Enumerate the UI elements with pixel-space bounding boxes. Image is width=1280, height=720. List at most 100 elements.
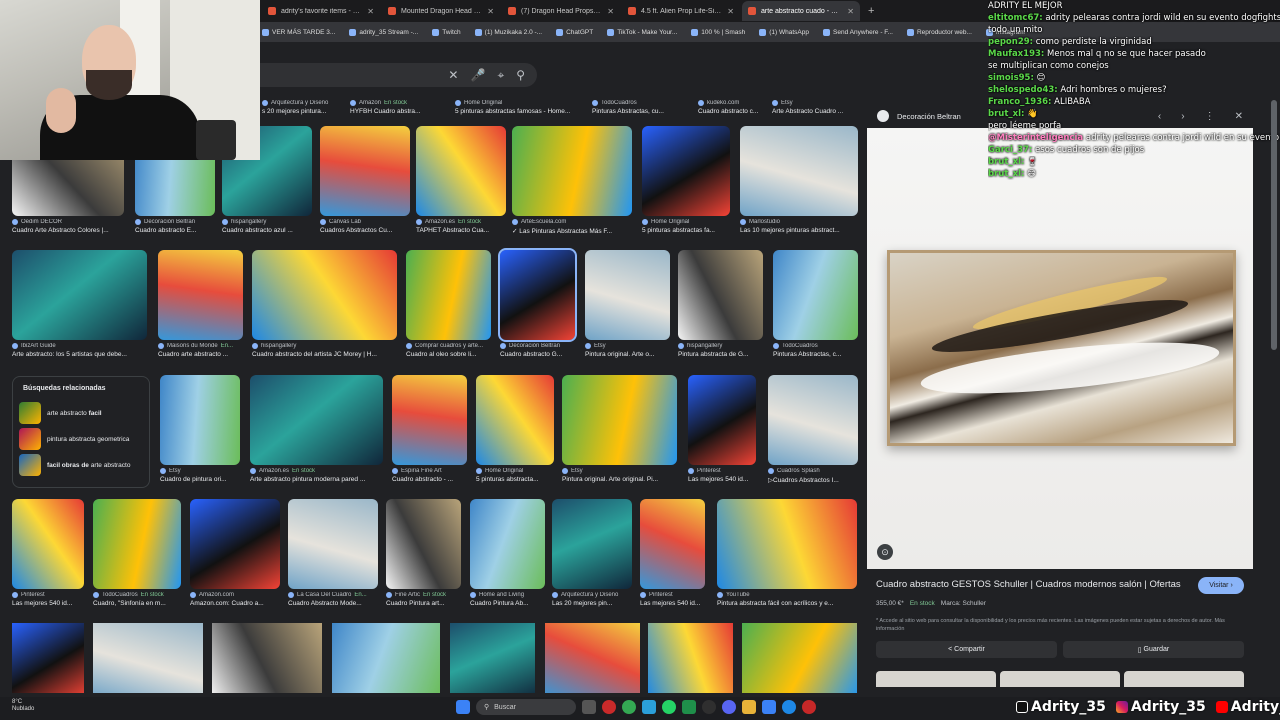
result-thumbnail[interactable]: [742, 623, 857, 693]
result-thumbnail[interactable]: [688, 375, 756, 465]
result-thumbnail[interactable]: [450, 623, 535, 693]
result-caption[interactable]: Pintura abstracta fácil con acrílicos y …: [717, 600, 857, 607]
start-icon[interactable]: [456, 700, 470, 714]
result-caption[interactable]: Las mejores 540 id...: [640, 600, 705, 607]
visit-button[interactable]: Visitar ›: [1198, 577, 1244, 594]
opera-icon[interactable]: [602, 700, 616, 714]
result-source[interactable]: Decoración Beltran: [500, 343, 575, 349]
result-thumbnail[interactable]: [252, 250, 397, 340]
result-source[interactable]: Decoración Beltran: [135, 219, 215, 225]
browser-tab[interactable]: Mounted Dragon Head Wall Hang ✕: [382, 1, 500, 21]
result-source[interactable]: Etsy: [562, 468, 677, 474]
image-result[interactable]: Home and Living Cuadro Pintura Ab...: [470, 499, 545, 607]
result-thumbnail[interactable]: [498, 248, 577, 342]
image-result[interactable]: ArteEscuela.com ✓ Las Pinturas Abstractas…: [512, 126, 632, 235]
app2-icon[interactable]: [802, 700, 816, 714]
result-thumbnail[interactable]: [392, 375, 467, 465]
bookmark-item[interactable]: 100 % | Smash: [691, 28, 745, 36]
result-caption[interactable]: Cuadro arte abstracto ...: [158, 351, 243, 358]
result-source[interactable]: Fine Artic En stock: [386, 592, 461, 598]
folder-icon[interactable]: [742, 700, 756, 714]
result-thumbnail[interactable]: [773, 250, 858, 340]
result-caption[interactable]: Las mejores 540 id...: [12, 600, 84, 607]
result-source[interactable]: Etsy: [585, 343, 670, 349]
result-caption[interactable]: Pintura abstracta de G...: [678, 351, 763, 358]
image-result[interactable]: hispangallery Cuadro abstracto del artist…: [252, 250, 397, 358]
weather-widget[interactable]: 8°C Nublado: [12, 699, 34, 713]
result-source[interactable]: hispangallery: [222, 219, 312, 225]
result-source[interactable]: TodoCuadros: [773, 343, 858, 349]
image-result[interactable]: Etsy Cuadro de pintura ori...: [160, 375, 240, 483]
result-caption[interactable]: ✓ Las Pinturas Abstractas Más F...: [512, 227, 632, 235]
image-result[interactable]: Amazon.com Amazon.com: Cuadro a...: [190, 499, 280, 607]
close-tab-icon[interactable]: ✕: [607, 7, 614, 16]
painting-image[interactable]: [887, 250, 1236, 446]
related-item[interactable]: pintura abstracta geometrica: [19, 426, 143, 452]
result-caption[interactable]: Pinturas Abstractas, c...: [773, 351, 858, 358]
image-result[interactable]: La Casa Del Cuadro En... Cuadro Abstracto …: [288, 499, 378, 607]
result-source[interactable]: hispangallery: [252, 343, 397, 349]
result-caption[interactable]: 5 pinturas abstractas famosas - Home...: [455, 108, 585, 115]
discord-icon[interactable]: [722, 700, 736, 714]
image-result[interactable]: Espiria Fine Art Cuadro abstracto - ...: [392, 375, 467, 483]
result-source[interactable]: Amazon.com: [190, 592, 280, 598]
image-result[interactable]: Pinterest Las mejores 540 id...: [688, 375, 756, 483]
result-caption[interactable]: Arte abstracto: los 5 artistas que debe.…: [12, 351, 147, 358]
result-source[interactable]: Pinterest: [12, 592, 84, 598]
result-source[interactable]: Pinterest: [640, 592, 705, 598]
result-source[interactable]: Canvas Lab: [320, 219, 410, 225]
related-item[interactable]: facil obras de arte abstracto: [19, 452, 143, 478]
result-thumbnail[interactable]: [740, 126, 858, 216]
result-thumbnail[interactable]: [332, 623, 440, 693]
result-source[interactable]: hispangallery: [678, 343, 763, 349]
result-source[interactable]: Amazon.es En stock: [250, 468, 383, 474]
result-source[interactable]: La Casa Del Cuadro En...: [288, 592, 378, 598]
save-button[interactable]: ▯ Guardar: [1063, 641, 1244, 658]
bookmark-item[interactable]: (1) Muzikaka 2.0 -...: [474, 28, 542, 36]
excel-icon[interactable]: [682, 700, 696, 714]
result-source[interactable]: Amazon En stock: [350, 100, 450, 106]
image-result[interactable]: YouTube Pintura abstracta fácil con acríl…: [717, 499, 857, 607]
image-result[interactable]: Arquitectura y Diseño Las 20 mejores pin.…: [552, 499, 632, 607]
result-caption[interactable]: Pintura original. Arte o...: [585, 351, 670, 358]
result-caption[interactable]: s 20 mejores pintura...: [262, 108, 347, 115]
result-source[interactable]: ArteEscuela.com: [512, 219, 632, 225]
result-source[interactable]: kudeko.com: [698, 100, 768, 106]
image-result[interactable]: Amazon.es En stock Arte abstracto pintura …: [250, 375, 383, 483]
result-thumbnail[interactable]: [288, 499, 378, 589]
panel-source[interactable]: Decoración Beltran: [897, 112, 961, 121]
image-result[interactable]: Home Original 5 pinturas abstracta...: [476, 375, 554, 483]
browser-tab[interactable]: 4.5 ft. Alien Prop Life-Sized Latex ✕: [622, 1, 740, 21]
image-result[interactable]: Maisons du Monde En... Cuadro arte abstrac…: [158, 250, 243, 358]
close-tab-icon[interactable]: ✕: [487, 7, 494, 16]
bookmark-item[interactable]: Twitch: [432, 28, 461, 36]
bookmark-item[interactable]: TikTok - Make Your...: [607, 28, 677, 36]
bookmark-item[interactable]: Send Anywhere - F...: [823, 28, 893, 36]
image-result[interactable]: Amazon.es En stock TAPHET Abstracto Cua...: [416, 126, 506, 234]
result-source[interactable]: Home Original: [455, 100, 585, 106]
result-thumbnail[interactable]: [212, 623, 322, 693]
image-result[interactable]: Comprar cuadros y arte... Cuadro al oleo …: [406, 250, 491, 358]
bookmark-item[interactable]: adrity_35 Stream -...: [349, 28, 418, 36]
image-result[interactable]: hispangallery Pintura abstracta de G...: [678, 250, 763, 358]
result-caption[interactable]: 5 pinturas abstractas fa...: [642, 227, 730, 234]
result-thumbnail[interactable]: [190, 499, 280, 589]
result-thumbnail[interactable]: [585, 250, 670, 340]
bookmark-item[interactable]: VER MÁS TARDE 3...: [262, 28, 335, 36]
result-thumbnail[interactable]: [648, 623, 733, 693]
browser-icon[interactable]: [782, 700, 796, 714]
browser-tab[interactable]: adrity's favorite items - Etsy ✕: [262, 1, 380, 21]
result-source[interactable]: Etsy: [160, 468, 240, 474]
result-thumbnail[interactable]: [640, 499, 705, 589]
result-caption[interactable]: Cuadro abstracto - ...: [392, 476, 467, 483]
result-thumbnail[interactable]: [12, 499, 84, 589]
bookmark-item[interactable]: (1) WhatsApp: [759, 28, 809, 36]
result-thumbnail[interactable]: [160, 375, 240, 465]
related-thumbnails[interactable]: [876, 671, 1244, 687]
image-result[interactable]: Marlostudio Las 10 mejores pinturas abstr…: [740, 126, 858, 234]
result-caption[interactable]: Pinturas Abstractas, cu...: [592, 108, 692, 115]
result-source[interactable]: Home and Living: [470, 592, 545, 598]
search-bar[interactable]: ✕ 🎤 ⌖ ⚲: [255, 63, 537, 87]
bookmark-item[interactable]: Reproductor web...: [906, 28, 972, 36]
image-result[interactable]: TodoCuadros En stock Cuadro, "Sinfonía en …: [93, 499, 181, 607]
